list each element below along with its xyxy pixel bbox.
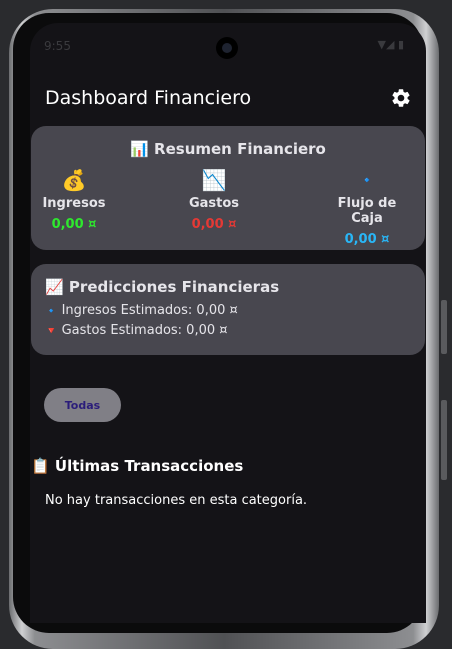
metric-cashflow-value: 0,00 ¤ — [344, 232, 390, 247]
money-bag-icon: 💰 — [61, 168, 87, 192]
phone-side-button — [441, 300, 447, 354]
metric-income-value: 0,00 ¤ — [51, 217, 97, 232]
front-camera — [216, 37, 238, 59]
metric-cashflow-label: Flujo de Caja — [337, 196, 397, 226]
metric-cashflow: 🔹 Flujo de Caja 0,00 ¤ — [321, 168, 413, 247]
gear-icon[interactable] — [390, 87, 412, 109]
metric-expenses-value: 0,00 ¤ — [191, 217, 237, 232]
metric-income: 💰 Ingresos 0,00 ¤ — [42, 168, 106, 232]
status-icons: ▼◢ ▮ — [377, 38, 404, 51]
chart-increasing-icon: 📈 — [45, 278, 64, 296]
prediction-income: 🔹 Ingresos Estimados: 0,00 ¤ — [45, 303, 238, 318]
metric-expenses: 📉 Gastos 0,00 ¤ — [177, 168, 251, 232]
blue-diamond-icon: 🔹 — [45, 306, 58, 317]
predictions-title: 📈 Predicciones Financieras — [45, 278, 279, 296]
prediction-income-text: Ingresos Estimados: 0,00 ¤ — [61, 303, 238, 318]
predictions-title-text: Predicciones Financieras — [68, 278, 280, 296]
summary-card: 📊 Resumen Financiero 💰 Ingresos 0,00 ¤ 📉… — [31, 126, 425, 250]
prediction-expenses-text: Gastos Estimados: 0,00 ¤ — [61, 323, 228, 338]
red-triangle-icon: 🔻 — [45, 326, 58, 337]
transactions-empty-message: No hay transacciones en esta categoría. — [45, 493, 308, 508]
metric-expenses-label: Gastos — [188, 196, 240, 211]
prediction-expenses: 🔻 Gastos Estimados: 0,00 ¤ — [45, 323, 228, 338]
page-title: Dashboard Financiero — [45, 87, 252, 109]
filter-all-button[interactable]: Todas — [44, 388, 121, 422]
blue-diamond-icon: 🔹 — [359, 173, 375, 187]
transactions-title: 📋 Últimas Transacciones — [31, 457, 243, 475]
transactions-title-text: Últimas Transacciones — [54, 457, 244, 475]
metric-income-label: Ingresos — [42, 196, 106, 211]
chart-decreasing-icon: 📉 — [201, 168, 227, 192]
clipboard-icon: 📋 — [31, 457, 50, 475]
phone-side-button — [441, 400, 447, 480]
summary-title-text: Resumen Financiero — [154, 140, 326, 158]
app-screen: 9:55 ▼◢ ▮ Dashboard Financiero 📊 Resumen… — [30, 23, 426, 623]
predictions-card: 📈 Predicciones Financieras 🔹 Ingresos Es… — [31, 264, 425, 355]
summary-title: 📊 Resumen Financiero — [31, 140, 425, 158]
chart-icon: 📊 — [130, 140, 149, 158]
status-time: 9:55 — [44, 39, 71, 53]
